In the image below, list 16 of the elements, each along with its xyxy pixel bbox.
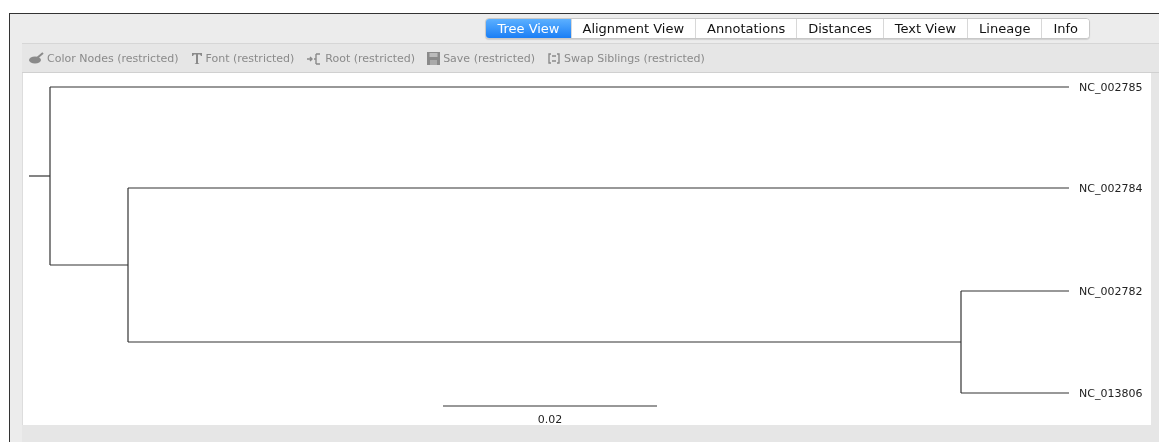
leaf-label: NC_002784 bbox=[1079, 182, 1143, 195]
scale-label: 0.02 bbox=[537, 413, 563, 425]
font-icon bbox=[190, 51, 203, 65]
save-icon bbox=[427, 51, 441, 65]
brush-icon bbox=[28, 52, 44, 64]
tab[interactable]: Text View bbox=[882, 19, 968, 38]
tab[interactable]: Distances bbox=[796, 19, 883, 38]
tab[interactable]: Info bbox=[1041, 19, 1089, 38]
leaf-label: NC_013806 bbox=[1079, 387, 1143, 400]
leaf-label: NC_002785 bbox=[1079, 81, 1143, 94]
swap-icon bbox=[547, 51, 561, 65]
tab[interactable]: Annotations bbox=[695, 19, 797, 38]
tab[interactable]: Lineage bbox=[967, 19, 1042, 38]
tab[interactable]: Alignment View bbox=[570, 19, 696, 38]
leaf-label: NC_002782 bbox=[1079, 285, 1143, 298]
root-icon bbox=[306, 51, 323, 65]
